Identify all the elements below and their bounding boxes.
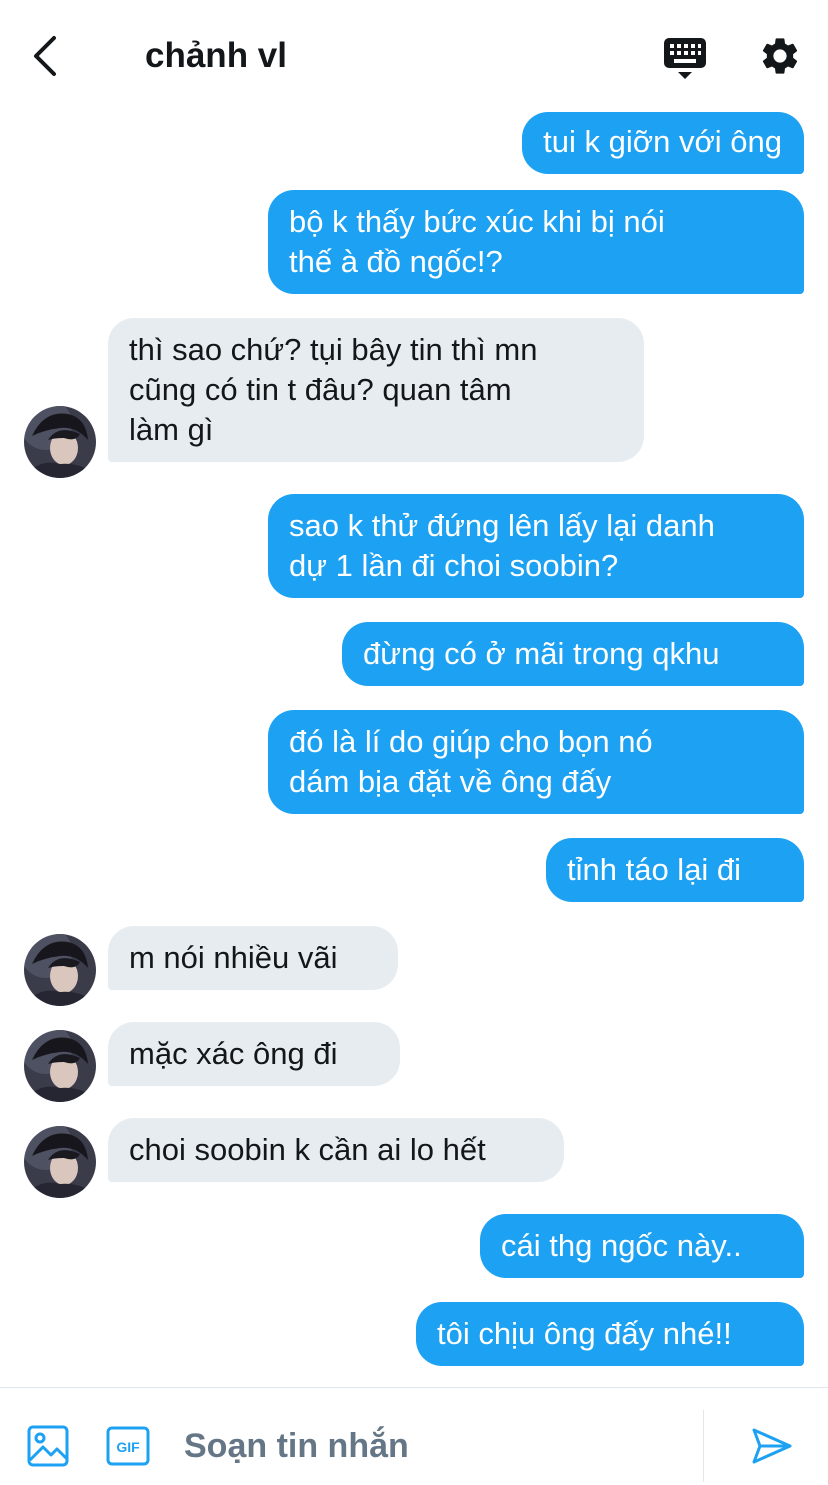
composer-divider [703,1410,704,1482]
back-button[interactable] [26,34,70,78]
avatar[interactable] [24,1126,96,1198]
avatar-image [24,1126,96,1198]
message-text: thế à đồ ngốc!? [289,244,503,279]
avatar[interactable] [24,934,96,1006]
message-bubble-incoming[interactable]: choi soobin k cần ai lo hết [108,1118,564,1182]
message-bubble-incoming[interactable]: thì sao chứ? tụi bây tin thì mn cũng có … [108,318,644,462]
conversation-header: chảnh vl [0,0,828,112]
message-text: bộ k thấy bức xúc khi bị nói [289,204,665,239]
avatar-image [24,1030,96,1102]
gif-icon: GIF [106,1426,150,1466]
message-text: cái thg ngốc này.. [501,1228,742,1263]
gear-icon [762,38,798,74]
avatar[interactable] [24,1030,96,1102]
message-text: thì sao chứ? tụi bây tin thì mn [129,332,538,367]
avatar-image [24,406,96,478]
message-text: dự 1 lần đi choi soobin? [289,548,619,583]
message-text: choi soobin k cần ai lo hết [129,1132,486,1167]
message-text: sao k thử đứng lên lấy lại danh [289,508,715,543]
keyboard-button[interactable] [662,36,708,80]
message-text: tôi chịu ông đấy nhé!! [437,1316,732,1351]
keyboard-icon [664,38,706,79]
conversation-title[interactable]: chảnh vl [145,34,287,78]
gif-button[interactable]: GIF [106,1426,150,1466]
message-bubble-outgoing[interactable]: tỉnh táo lại đi [546,838,804,902]
message-text: m nói nhiều vãi [129,940,338,975]
send-button[interactable] [750,1424,794,1468]
message-text: tui k giỡn với ông [543,124,782,159]
avatar-image [24,934,96,1006]
message-bubble-incoming[interactable]: m nói nhiều vãi [108,926,398,990]
message-bubble-outgoing[interactable]: sao k thử đứng lên lấy lại danh dự 1 lần… [268,494,804,598]
message-text: cũng có tin t đâu? quan tâm [129,372,512,407]
message-composer: GIF Soạn tin nhắn [0,1387,828,1485]
message-input[interactable]: Soạn tin nhắn [184,1424,409,1468]
message-text: tỉnh táo lại đi [567,852,742,887]
message-text: đừng có ở mãi trong qkhu [363,636,720,671]
add-media-button[interactable] [26,1424,70,1468]
gif-icon-label: GIF [116,1439,140,1455]
message-bubble-outgoing[interactable]: tui k giỡn với ông [522,112,804,174]
message-text: làm gì [129,412,214,447]
message-text: dám bịa đặt về ông đấy [289,764,612,799]
message-bubble-outgoing[interactable]: tôi chịu ông đấy nhé!! [416,1302,804,1366]
send-icon [752,1428,792,1464]
message-bubble-outgoing[interactable]: đừng có ở mãi trong qkhu [342,622,804,686]
message-text: mặc xác ông đi [129,1036,338,1071]
avatar[interactable] [24,406,96,478]
settings-button[interactable] [758,34,802,78]
message-bubble-outgoing[interactable]: bộ k thấy bức xúc khi bị nói thế à đồ ng… [268,190,804,294]
image-icon [27,1425,69,1467]
message-bubble-outgoing[interactable]: đó là lí do giúp cho bọn nó dám bịa đặt … [268,710,804,814]
message-bubble-outgoing[interactable]: cái thg ngốc này.. [480,1214,804,1278]
chevron-left-icon [34,36,56,76]
message-text: đó là lí do giúp cho bọn nó [289,724,653,759]
message-bubble-incoming[interactable]: mặc xác ông đi [108,1022,400,1086]
